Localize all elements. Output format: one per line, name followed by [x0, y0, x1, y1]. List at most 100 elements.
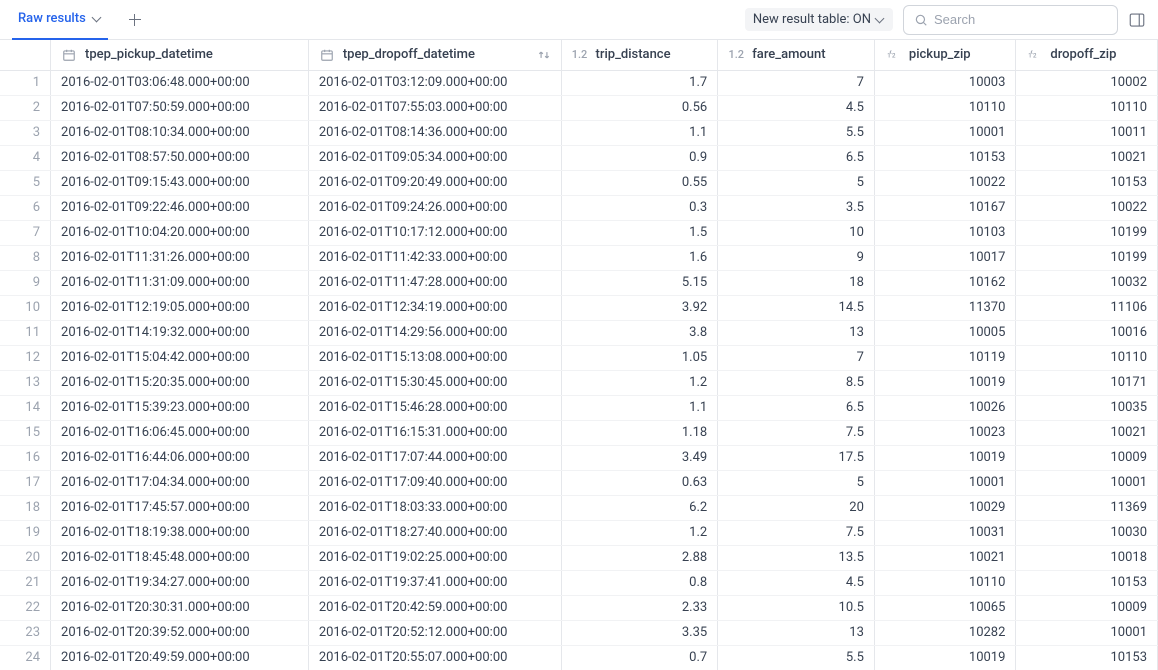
cell-dropoff-zip: 10001 [1016, 470, 1158, 495]
cell-dropoff-dt: 2016-02-01T20:52:12.000+00:00 [308, 620, 561, 645]
cell-dropoff-dt: 2016-02-01T19:02:25.000+00:00 [308, 545, 561, 570]
cell-trip-distance: 2.88 [561, 545, 718, 570]
cell-pickup-zip: 10029 [874, 495, 1016, 520]
table-row[interactable]: 92016-02-01T11:31:09.000+00:002016-02-01… [0, 270, 1158, 295]
col-header-fare-amount[interactable]: 1.2 fare_amount [718, 40, 875, 70]
table-row[interactable]: 62016-02-01T09:22:46.000+00:002016-02-01… [0, 195, 1158, 220]
cell-pickup-dt: 2016-02-01T10:04:20.000+00:00 [51, 220, 309, 245]
int-type-icon: 12 [885, 48, 901, 62]
table-row[interactable]: 102016-02-01T12:19:05.000+00:002016-02-0… [0, 295, 1158, 320]
result-table-scroll[interactable]: tpep_pickup_datetime tpep_dropoff_dateti… [0, 40, 1158, 670]
col-header-dropoff-zip[interactable]: 12 dropoff_zip [1016, 40, 1158, 70]
table-row[interactable]: 32016-02-01T08:10:34.000+00:002016-02-01… [0, 120, 1158, 145]
col-header-index[interactable] [0, 40, 51, 70]
cell-fare-amount: 5.5 [718, 120, 875, 145]
table-row[interactable]: 72016-02-01T10:04:20.000+00:002016-02-01… [0, 220, 1158, 245]
table-row[interactable]: 202016-02-01T18:45:48.000+00:002016-02-0… [0, 545, 1158, 570]
cell-index: 14 [0, 395, 51, 420]
col-header-dropoff-dt[interactable]: tpep_dropoff_datetime [308, 40, 561, 70]
table-row[interactable]: 242016-02-01T20:49:59.000+00:002016-02-0… [0, 645, 1158, 670]
table-row[interactable]: 152016-02-01T16:06:45.000+00:002016-02-0… [0, 420, 1158, 445]
panel-toggle-icon[interactable] [1128, 11, 1146, 29]
table-row[interactable]: 22016-02-01T07:50:59.000+00:002016-02-01… [0, 95, 1158, 120]
cell-pickup-zip: 10031 [874, 520, 1016, 545]
cell-trip-distance: 0.63 [561, 470, 718, 495]
cell-fare-amount: 10.5 [718, 595, 875, 620]
table-row[interactable]: 142016-02-01T15:39:23.000+00:002016-02-0… [0, 395, 1158, 420]
table-row[interactable]: 182016-02-01T17:45:57.000+00:002016-02-0… [0, 495, 1158, 520]
cell-dropoff-dt: 2016-02-01T03:12:09.000+00:00 [308, 70, 561, 95]
cell-dropoff-zip: 10110 [1016, 95, 1158, 120]
cell-index: 20 [0, 545, 51, 570]
cell-trip-distance: 3.49 [561, 445, 718, 470]
col-header-pickup-zip[interactable]: 12 pickup_zip [874, 40, 1016, 70]
cell-pickup-dt: 2016-02-01T20:39:52.000+00:00 [51, 620, 309, 645]
cell-pickup-dt: 2016-02-01T09:22:46.000+00:00 [51, 195, 309, 220]
table-row[interactable]: 162016-02-01T16:44:06.000+00:002016-02-0… [0, 445, 1158, 470]
search-box[interactable] [903, 5, 1118, 35]
calendar-icon [61, 48, 77, 62]
cell-pickup-zip: 10110 [874, 95, 1016, 120]
cell-dropoff-zip: 10009 [1016, 595, 1158, 620]
chevron-down-icon[interactable] [92, 14, 102, 24]
table-row[interactable]: 232016-02-01T20:39:52.000+00:002016-02-0… [0, 620, 1158, 645]
cell-trip-distance: 1.1 [561, 120, 718, 145]
cell-pickup-dt: 2016-02-01T19:34:27.000+00:00 [51, 570, 309, 595]
result-table-toggle[interactable]: New result table: ON [745, 8, 893, 31]
table-row[interactable]: 42016-02-01T08:57:50.000+00:002016-02-01… [0, 145, 1158, 170]
cell-dropoff-zip: 10153 [1016, 645, 1158, 670]
table-row[interactable]: 132016-02-01T15:20:35.000+00:002016-02-0… [0, 370, 1158, 395]
table-row[interactable]: 222016-02-01T20:30:31.000+00:002016-02-0… [0, 595, 1158, 620]
cell-trip-distance: 2.33 [561, 595, 718, 620]
col-header-trip-distance[interactable]: 1.2 trip_distance [561, 40, 718, 70]
plus-icon[interactable] [128, 13, 142, 27]
tab-raw-results[interactable]: Raw results [12, 0, 108, 40]
col-header-pickup-dt[interactable]: tpep_pickup_datetime [51, 40, 309, 70]
cell-trip-distance: 6.2 [561, 495, 718, 520]
table-row[interactable]: 192016-02-01T18:19:38.000+00:002016-02-0… [0, 520, 1158, 545]
cell-pickup-zip: 10022 [874, 170, 1016, 195]
cell-pickup-zip: 10023 [874, 420, 1016, 445]
table-row[interactable]: 212016-02-01T19:34:27.000+00:002016-02-0… [0, 570, 1158, 595]
cell-trip-distance: 1.05 [561, 345, 718, 370]
cell-index: 21 [0, 570, 51, 595]
cell-dropoff-dt: 2016-02-01T11:42:33.000+00:00 [308, 245, 561, 270]
cell-dropoff-zip: 10002 [1016, 70, 1158, 95]
sort-icon[interactable] [537, 48, 551, 62]
cell-index: 10 [0, 295, 51, 320]
cell-dropoff-zip: 10011 [1016, 120, 1158, 145]
cell-dropoff-dt: 2016-02-01T17:07:44.000+00:00 [308, 445, 561, 470]
table-row[interactable]: 112016-02-01T14:19:32.000+00:002016-02-0… [0, 320, 1158, 345]
cell-trip-distance: 1.6 [561, 245, 718, 270]
cell-pickup-dt: 2016-02-01T17:04:34.000+00:00 [51, 470, 309, 495]
search-input[interactable] [934, 12, 1107, 27]
cell-pickup-zip: 10119 [874, 345, 1016, 370]
int-type-icon: 12 [1026, 48, 1042, 62]
table-row[interactable]: 12016-02-01T03:06:48.000+00:002016-02-01… [0, 70, 1158, 95]
cell-pickup-dt: 2016-02-01T07:50:59.000+00:00 [51, 95, 309, 120]
cell-dropoff-dt: 2016-02-01T15:13:08.000+00:00 [308, 345, 561, 370]
col-label: pickup_zip [909, 47, 971, 62]
cell-fare-amount: 5 [718, 170, 875, 195]
cell-trip-distance: 1.7 [561, 70, 718, 95]
cell-pickup-dt: 2016-02-01T08:57:50.000+00:00 [51, 145, 309, 170]
col-label: trip_distance [596, 47, 671, 62]
cell-trip-distance: 1.2 [561, 370, 718, 395]
cell-pickup-zip: 10017 [874, 245, 1016, 270]
cell-pickup-dt: 2016-02-01T18:19:38.000+00:00 [51, 520, 309, 545]
cell-index: 5 [0, 170, 51, 195]
col-label: tpep_pickup_datetime [85, 47, 213, 62]
cell-pickup-dt: 2016-02-01T14:19:32.000+00:00 [51, 320, 309, 345]
cell-trip-distance: 3.8 [561, 320, 718, 345]
table-row[interactable]: 122016-02-01T15:04:42.000+00:002016-02-0… [0, 345, 1158, 370]
table-row[interactable]: 172016-02-01T17:04:34.000+00:002016-02-0… [0, 470, 1158, 495]
table-row[interactable]: 52016-02-01T09:15:43.000+00:002016-02-01… [0, 170, 1158, 195]
cell-index: 22 [0, 595, 51, 620]
table-row[interactable]: 82016-02-01T11:31:26.000+00:002016-02-01… [0, 245, 1158, 270]
cell-dropoff-dt: 2016-02-01T15:46:28.000+00:00 [308, 395, 561, 420]
cell-dropoff-zip: 10171 [1016, 370, 1158, 395]
cell-dropoff-zip: 10153 [1016, 170, 1158, 195]
cell-trip-distance: 5.15 [561, 270, 718, 295]
cell-dropoff-zip: 10021 [1016, 145, 1158, 170]
cell-pickup-zip: 10005 [874, 320, 1016, 345]
